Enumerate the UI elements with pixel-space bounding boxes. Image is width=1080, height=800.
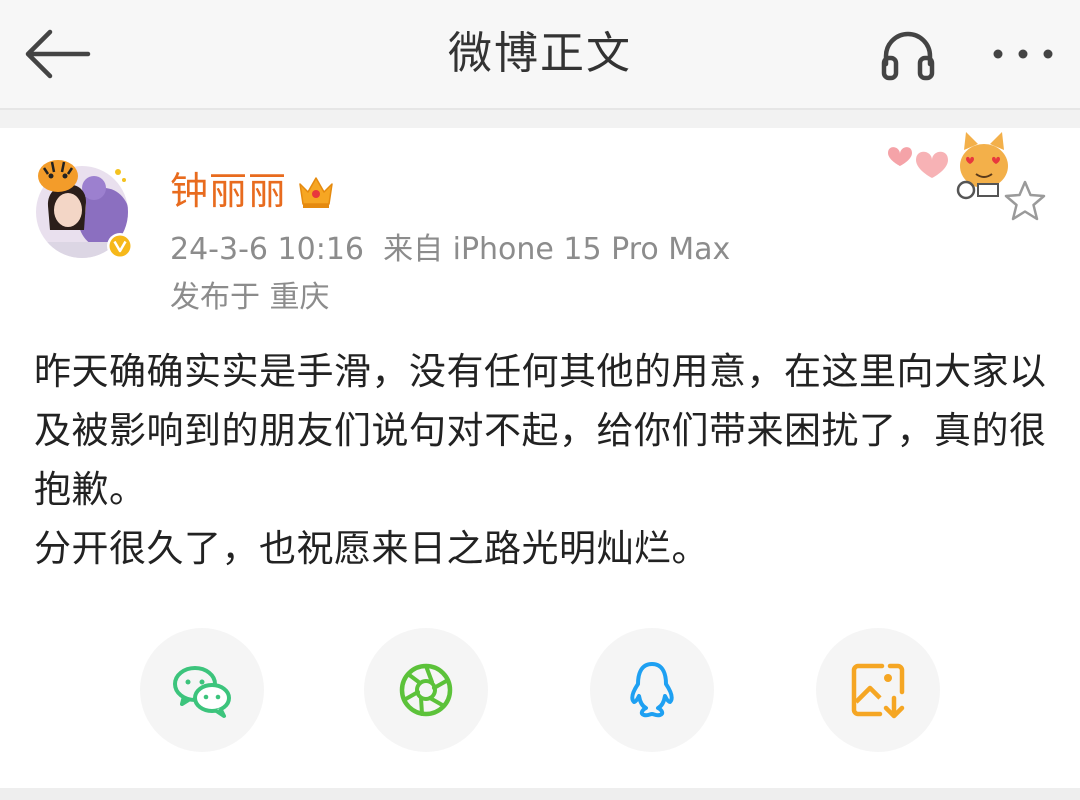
more-button[interactable]	[988, 26, 1058, 82]
share-wechat-button[interactable]	[140, 628, 264, 752]
save-image-button[interactable]	[816, 628, 940, 752]
card-decoration	[880, 126, 1015, 202]
bottom-divider	[0, 788, 1080, 800]
qq-penguin-icon	[630, 662, 674, 718]
share-qq-button[interactable]	[590, 628, 714, 752]
member-crown-badge[interactable]	[296, 172, 336, 210]
share-moments-button[interactable]	[364, 628, 488, 752]
post-body: 昨天确确实实是手滑，没有任何其他的用意，在这里向大家以及被影响到的朋友们说句对不…	[34, 342, 1054, 578]
post-location: 发布于 重庆	[170, 280, 330, 315]
star-outline-icon	[1004, 180, 1046, 221]
wechat-icon	[173, 666, 231, 718]
listen-button[interactable]	[878, 26, 938, 82]
crown-icon	[299, 177, 333, 208]
avatar[interactable]	[24, 146, 140, 270]
moments-aperture-icon	[399, 663, 453, 717]
hearts-cat-sticker-icon	[888, 132, 1008, 200]
post-meta: 24-3-6 10:16 来自 iPhone 15 Pro Max	[170, 228, 730, 272]
user-avatar-icon	[36, 160, 133, 259]
post-paragraph: 昨天确确实实是手滑，没有任何其他的用意，在这里向大家以及被影响到的朋友们说句对不…	[34, 350, 1047, 511]
post-date: 24-3-6 10:16	[170, 232, 364, 267]
top-nav-bar: 微博正文	[0, 0, 1080, 110]
post-paragraph: 分开很久了，也祝愿来日之路光明灿烂。	[34, 527, 709, 570]
more-dots-icon	[993, 49, 1053, 59]
headphones-icon	[881, 31, 935, 81]
save-image-icon	[851, 663, 905, 719]
author-name[interactable]: 钟丽丽	[170, 166, 287, 216]
post-source: 来自 iPhone 15 Pro Max	[383, 232, 731, 267]
favorite-button[interactable]	[1002, 178, 1048, 224]
